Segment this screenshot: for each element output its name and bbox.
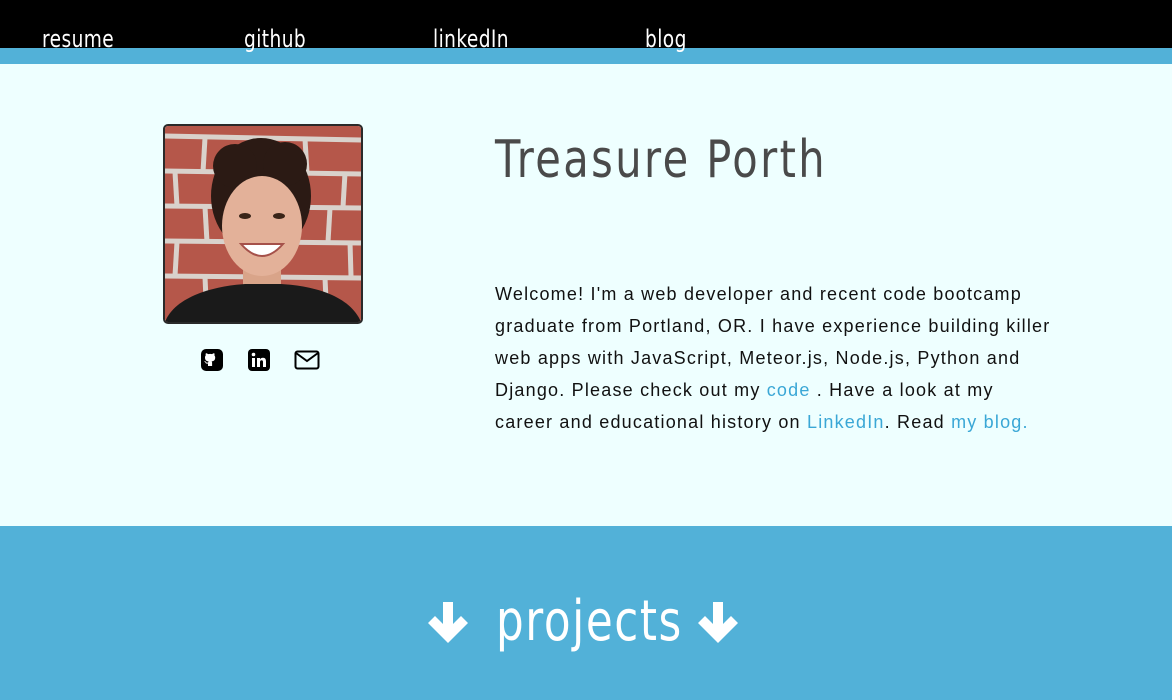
arrow-down-icon[interactable] [694,598,742,646]
top-nav-bar [0,0,1172,48]
bio-paragraph: Welcome! I'm a web developer and recent … [495,278,1055,438]
linkedin-icon[interactable] [246,347,272,373]
projects-heading[interactable]: projects [496,586,683,658]
nav-resume-link[interactable]: resume [42,22,114,56]
code-link[interactable]: code [767,380,811,400]
github-icon[interactable] [199,347,225,373]
envelope-icon[interactable] [294,347,320,373]
nav-linkedin-link[interactable]: linkedIn [433,22,509,56]
nav-blog-link[interactable]: blog [645,22,687,56]
nav-github-link[interactable]: github [244,22,306,56]
profile-name: Treasure Porth [495,130,828,190]
top-accent-stripe [0,48,1172,64]
profile-photo [163,124,363,324]
arrow-down-icon[interactable] [424,598,472,646]
linkedin-link[interactable]: LinkedIn [807,412,885,432]
bio-text-3: . Read [884,412,952,432]
blog-link[interactable]: my blog. [951,412,1029,432]
